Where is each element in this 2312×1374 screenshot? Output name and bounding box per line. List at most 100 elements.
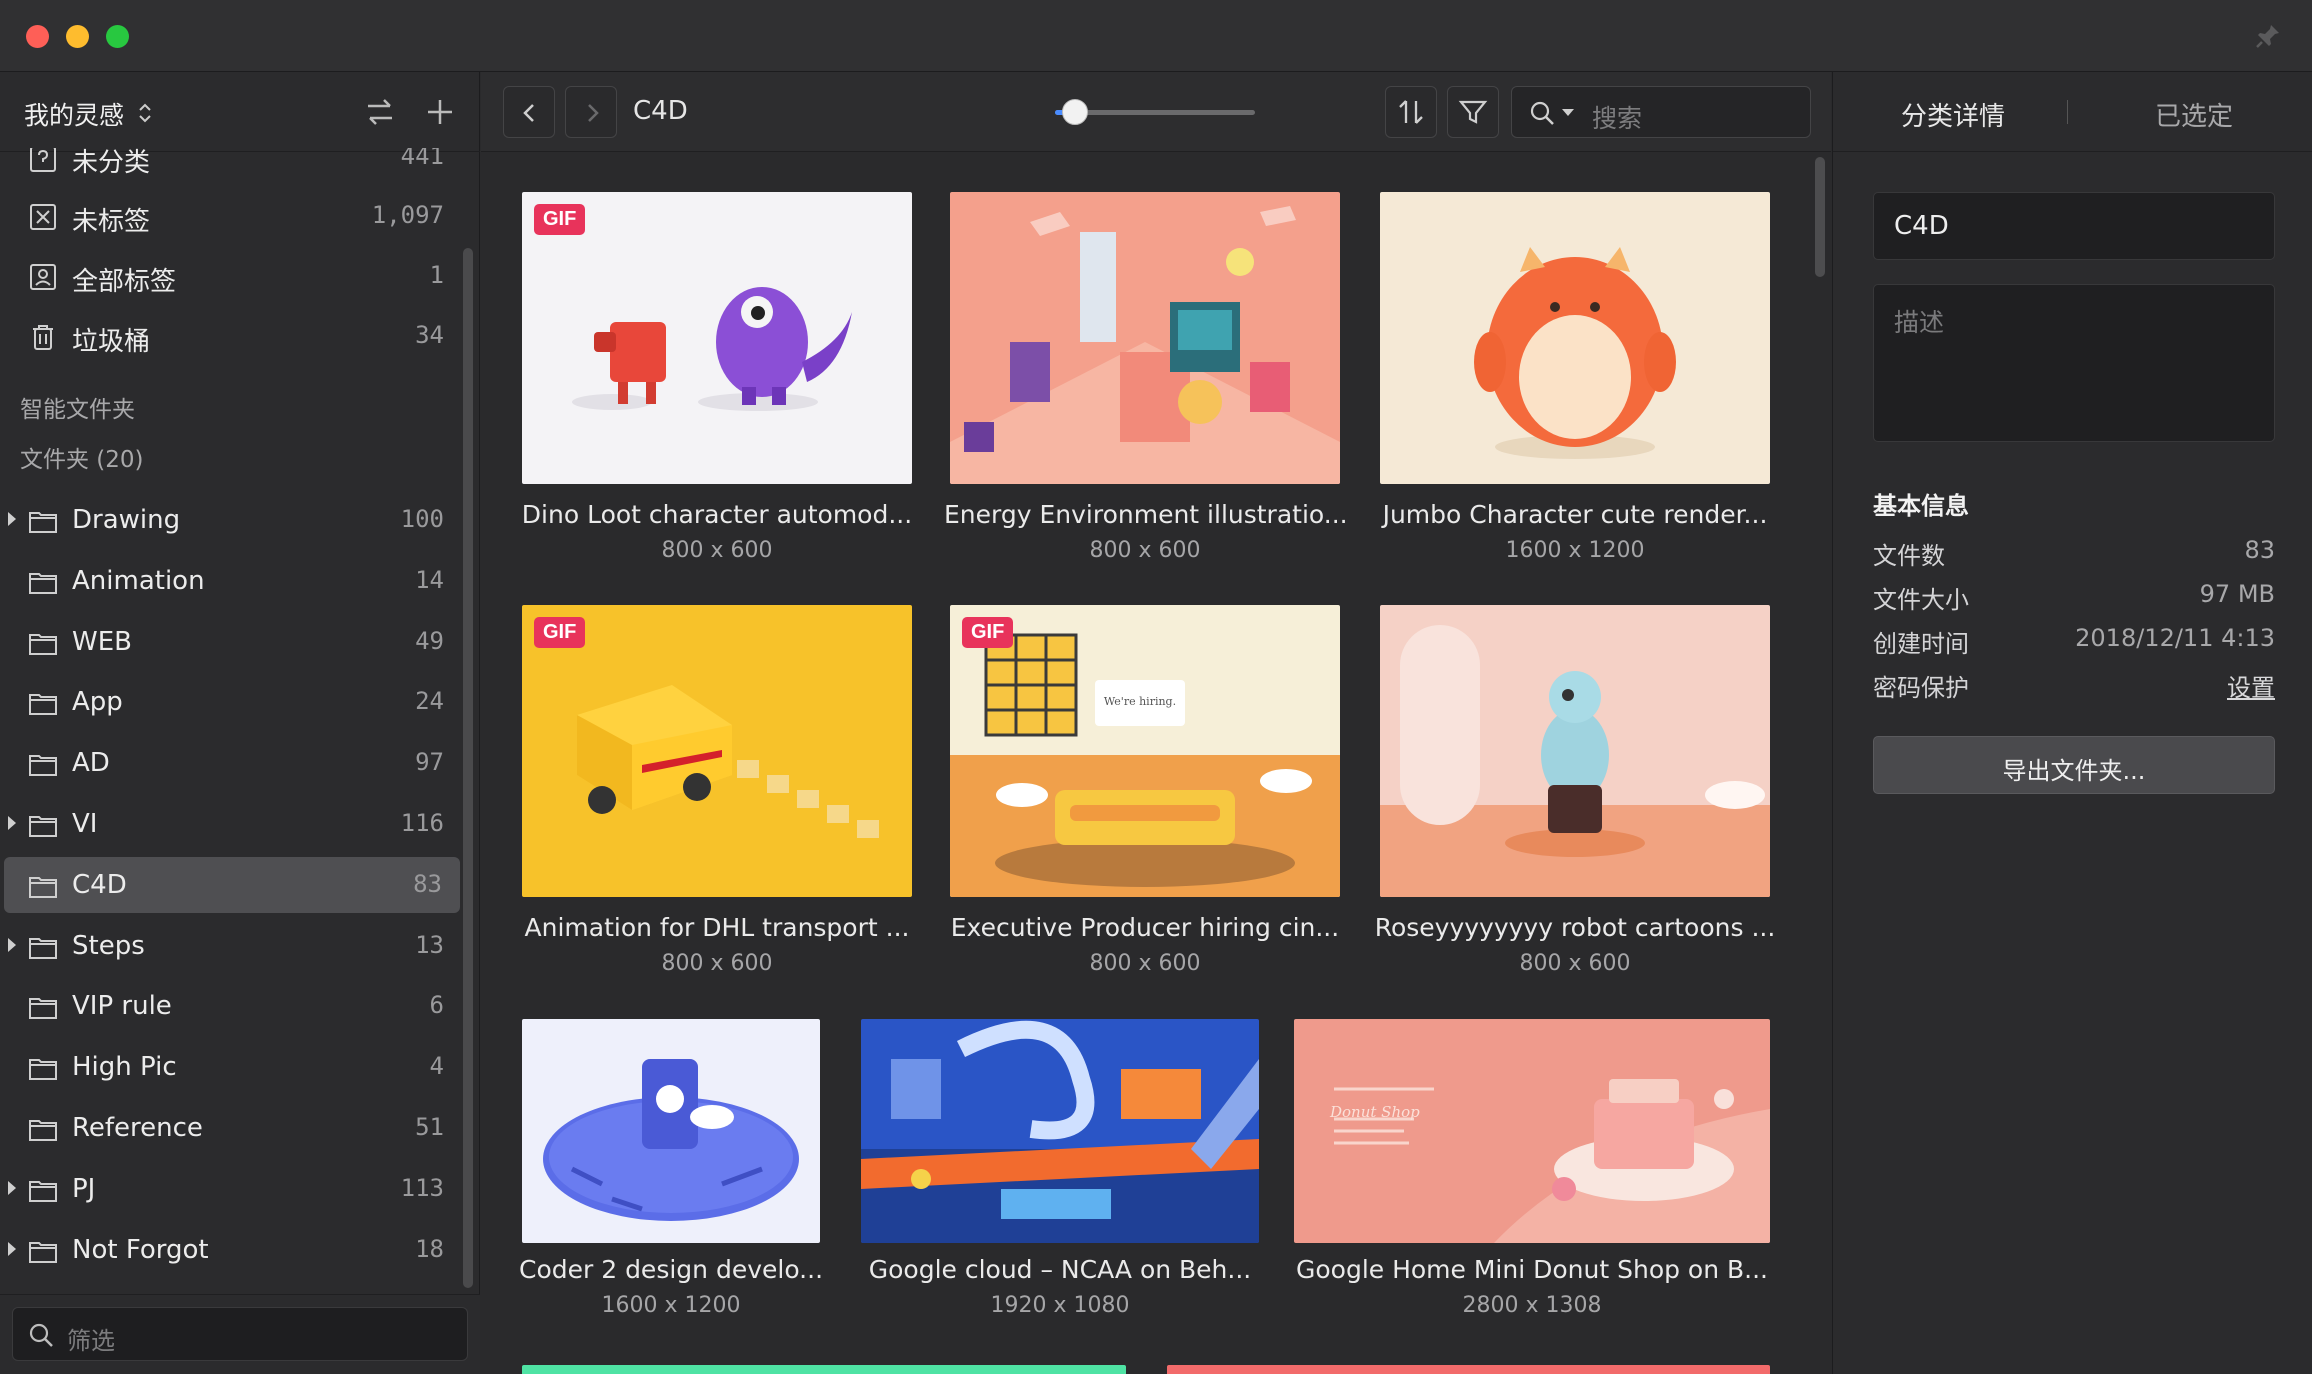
thumbnail-image (950, 192, 1340, 484)
thumbnail[interactable]: Donut Shop (1294, 1019, 1770, 1243)
close-window-button[interactable] (26, 25, 49, 48)
gif-badge: GIF (534, 617, 586, 648)
funnel-icon (1458, 100, 1488, 124)
search-placeholder: 搜索 (1592, 104, 1643, 133)
set-password-link[interactable]: 设置 (2227, 668, 2275, 703)
minimize-window-button[interactable] (66, 25, 89, 48)
sidebar-folder-steps[interactable]: Steps 13 (0, 918, 462, 974)
untagged-icon (30, 204, 56, 230)
folder-count: 49 (415, 627, 444, 655)
swap-icon[interactable] (362, 94, 398, 130)
thumbnail[interactable] (861, 1019, 1259, 1243)
thumbnail[interactable]: We're hiring. GIF (950, 605, 1340, 897)
grid-scrollbar[interactable] (1815, 157, 1825, 277)
sidebar-folder-ad[interactable]: AD 97 (0, 735, 462, 791)
filter-placeholder: 筛选 (67, 1327, 115, 1355)
thumbnail[interactable] (1380, 605, 1770, 897)
expand-caret-icon[interactable] (8, 816, 16, 830)
tags-icon (30, 264, 56, 290)
smart-folders-heading[interactable]: 智能文件夹 (20, 390, 135, 424)
zoom-slider-knob[interactable] (1062, 99, 1088, 125)
title-bar (0, 0, 2312, 72)
trash-icon (33, 325, 53, 350)
folder-icon (29, 755, 57, 776)
sidebar-folder-high-pic[interactable]: High Pic 4 (0, 1039, 462, 1095)
thumbnail[interactable] (950, 192, 1340, 484)
card-title: Roseyyyyyyyy robot cartoons ... (1374, 913, 1776, 942)
expand-caret-icon[interactable] (8, 938, 16, 952)
folder-count: 83 (413, 870, 442, 898)
sidebar-folder-vip-rule[interactable]: VIP rule 6 (0, 978, 462, 1034)
sidebar-folder-not-forgot[interactable]: Not Forgot 18 (0, 1222, 462, 1278)
grid-item-partial[interactable] (522, 1365, 1126, 1374)
card-title: Executive Producer hiring cin... (950, 913, 1340, 942)
caret-down-icon[interactable] (1562, 109, 1574, 117)
info-key: 创建时间 (1873, 630, 1969, 658)
sort-icon (1399, 100, 1423, 124)
thumbnail[interactable] (522, 1019, 820, 1243)
card-dimensions: 800 x 600 (661, 951, 773, 976)
info-value: 2018/12/11 4:13 (2075, 624, 2275, 652)
chevron-left-icon (523, 104, 534, 122)
expand-caret-icon[interactable] (8, 1242, 16, 1256)
thumbnail[interactable] (1380, 192, 1770, 484)
card-dimensions: 800 x 600 (1089, 951, 1201, 976)
sidebar-folder-pj[interactable]: PJ 113 (0, 1161, 462, 1217)
card-dimensions: 2800 x 1308 (1462, 1293, 1602, 1318)
thumbnail-image (522, 605, 912, 897)
sort-button[interactable] (1385, 86, 1437, 138)
folders-heading[interactable]: 文件夹 (20) (20, 440, 144, 474)
folder-label: VIP rule (72, 991, 172, 1021)
folder-label: C4D (72, 870, 127, 900)
sidebar-folder-c4d[interactable]: C4D 83 (4, 857, 460, 913)
grid-item-partial[interactable] (1167, 1365, 1770, 1374)
filter-input[interactable]: 筛选 (12, 1307, 468, 1361)
sidebar: 我的灵感 未分类 441 未标签 1,097 全部标签 1 垃圾桶 34 智能文… (0, 72, 480, 1374)
card-title: Dino Loot character automod... (521, 500, 913, 529)
expand-caret-icon[interactable] (8, 1181, 16, 1195)
sidebar-item-trash[interactable]: 垃圾桶 34 (0, 308, 462, 364)
export-folder-button[interactable]: 导出文件夹... (1873, 736, 2275, 794)
chevron-updown-icon[interactable] (138, 102, 152, 124)
card-title: Jumbo Character cute render... (1382, 500, 1768, 529)
pin-icon[interactable] (2254, 22, 2282, 50)
expand-caret-icon[interactable] (8, 512, 16, 526)
search-icon (29, 1323, 53, 1347)
tab-selected[interactable]: 已选定 (2155, 96, 2233, 133)
sidebar-folder-vi[interactable]: VI 116 (0, 796, 462, 852)
description-field[interactable]: 描述 (1873, 284, 2275, 442)
sidebar-folder-drawing[interactable]: Drawing 100 (0, 492, 462, 548)
thumbnail[interactable]: GIF (522, 605, 912, 897)
tab-divider (2067, 100, 2068, 124)
info-key: 密码保护 (1873, 674, 1969, 702)
filter-button[interactable] (1447, 86, 1499, 138)
folder-count: 4 (429, 1052, 444, 1080)
forward-button[interactable] (565, 86, 617, 138)
card-dimensions: 800 x 600 (661, 538, 773, 563)
sidebar-item-uncategorized[interactable]: 未分类 441 (0, 148, 462, 188)
folder-name-field[interactable]: C4D (1873, 192, 2275, 260)
add-icon[interactable] (422, 94, 458, 130)
sidebar-folder-app[interactable]: App 24 (0, 674, 462, 730)
folder-icon (29, 573, 57, 594)
thumbnail[interactable]: GIF (522, 192, 912, 484)
folder-icon (29, 512, 57, 533)
sidebar-scrollbar[interactable] (463, 248, 473, 1288)
sidebar-folder-animation[interactable]: Animation 14 (0, 553, 462, 609)
sidebar-folder-web[interactable]: WEB 49 (0, 614, 462, 670)
library-switcher[interactable]: 我的灵感 (24, 96, 124, 132)
folder-label: App (72, 687, 123, 717)
thumbnail-image (522, 192, 912, 484)
search-input[interactable]: 搜索 (1511, 86, 1811, 138)
info-value: 83 (2244, 536, 2275, 564)
tab-folder-details[interactable]: 分类详情 (1901, 96, 2005, 133)
folder-count: 51 (415, 1113, 444, 1141)
sidebar-item-untagged[interactable]: 未标签 1,097 (0, 188, 462, 244)
zoom-window-button[interactable] (106, 25, 129, 48)
sidebar-folder-reference[interactable]: Reference 51 (0, 1100, 462, 1156)
card-dimensions: 800 x 600 (1519, 951, 1631, 976)
folder-count: 6 (429, 991, 444, 1019)
sidebar-item-all-tags[interactable]: 全部标签 1 (0, 248, 462, 304)
back-button[interactable] (503, 86, 555, 138)
folder-icon (29, 634, 57, 655)
